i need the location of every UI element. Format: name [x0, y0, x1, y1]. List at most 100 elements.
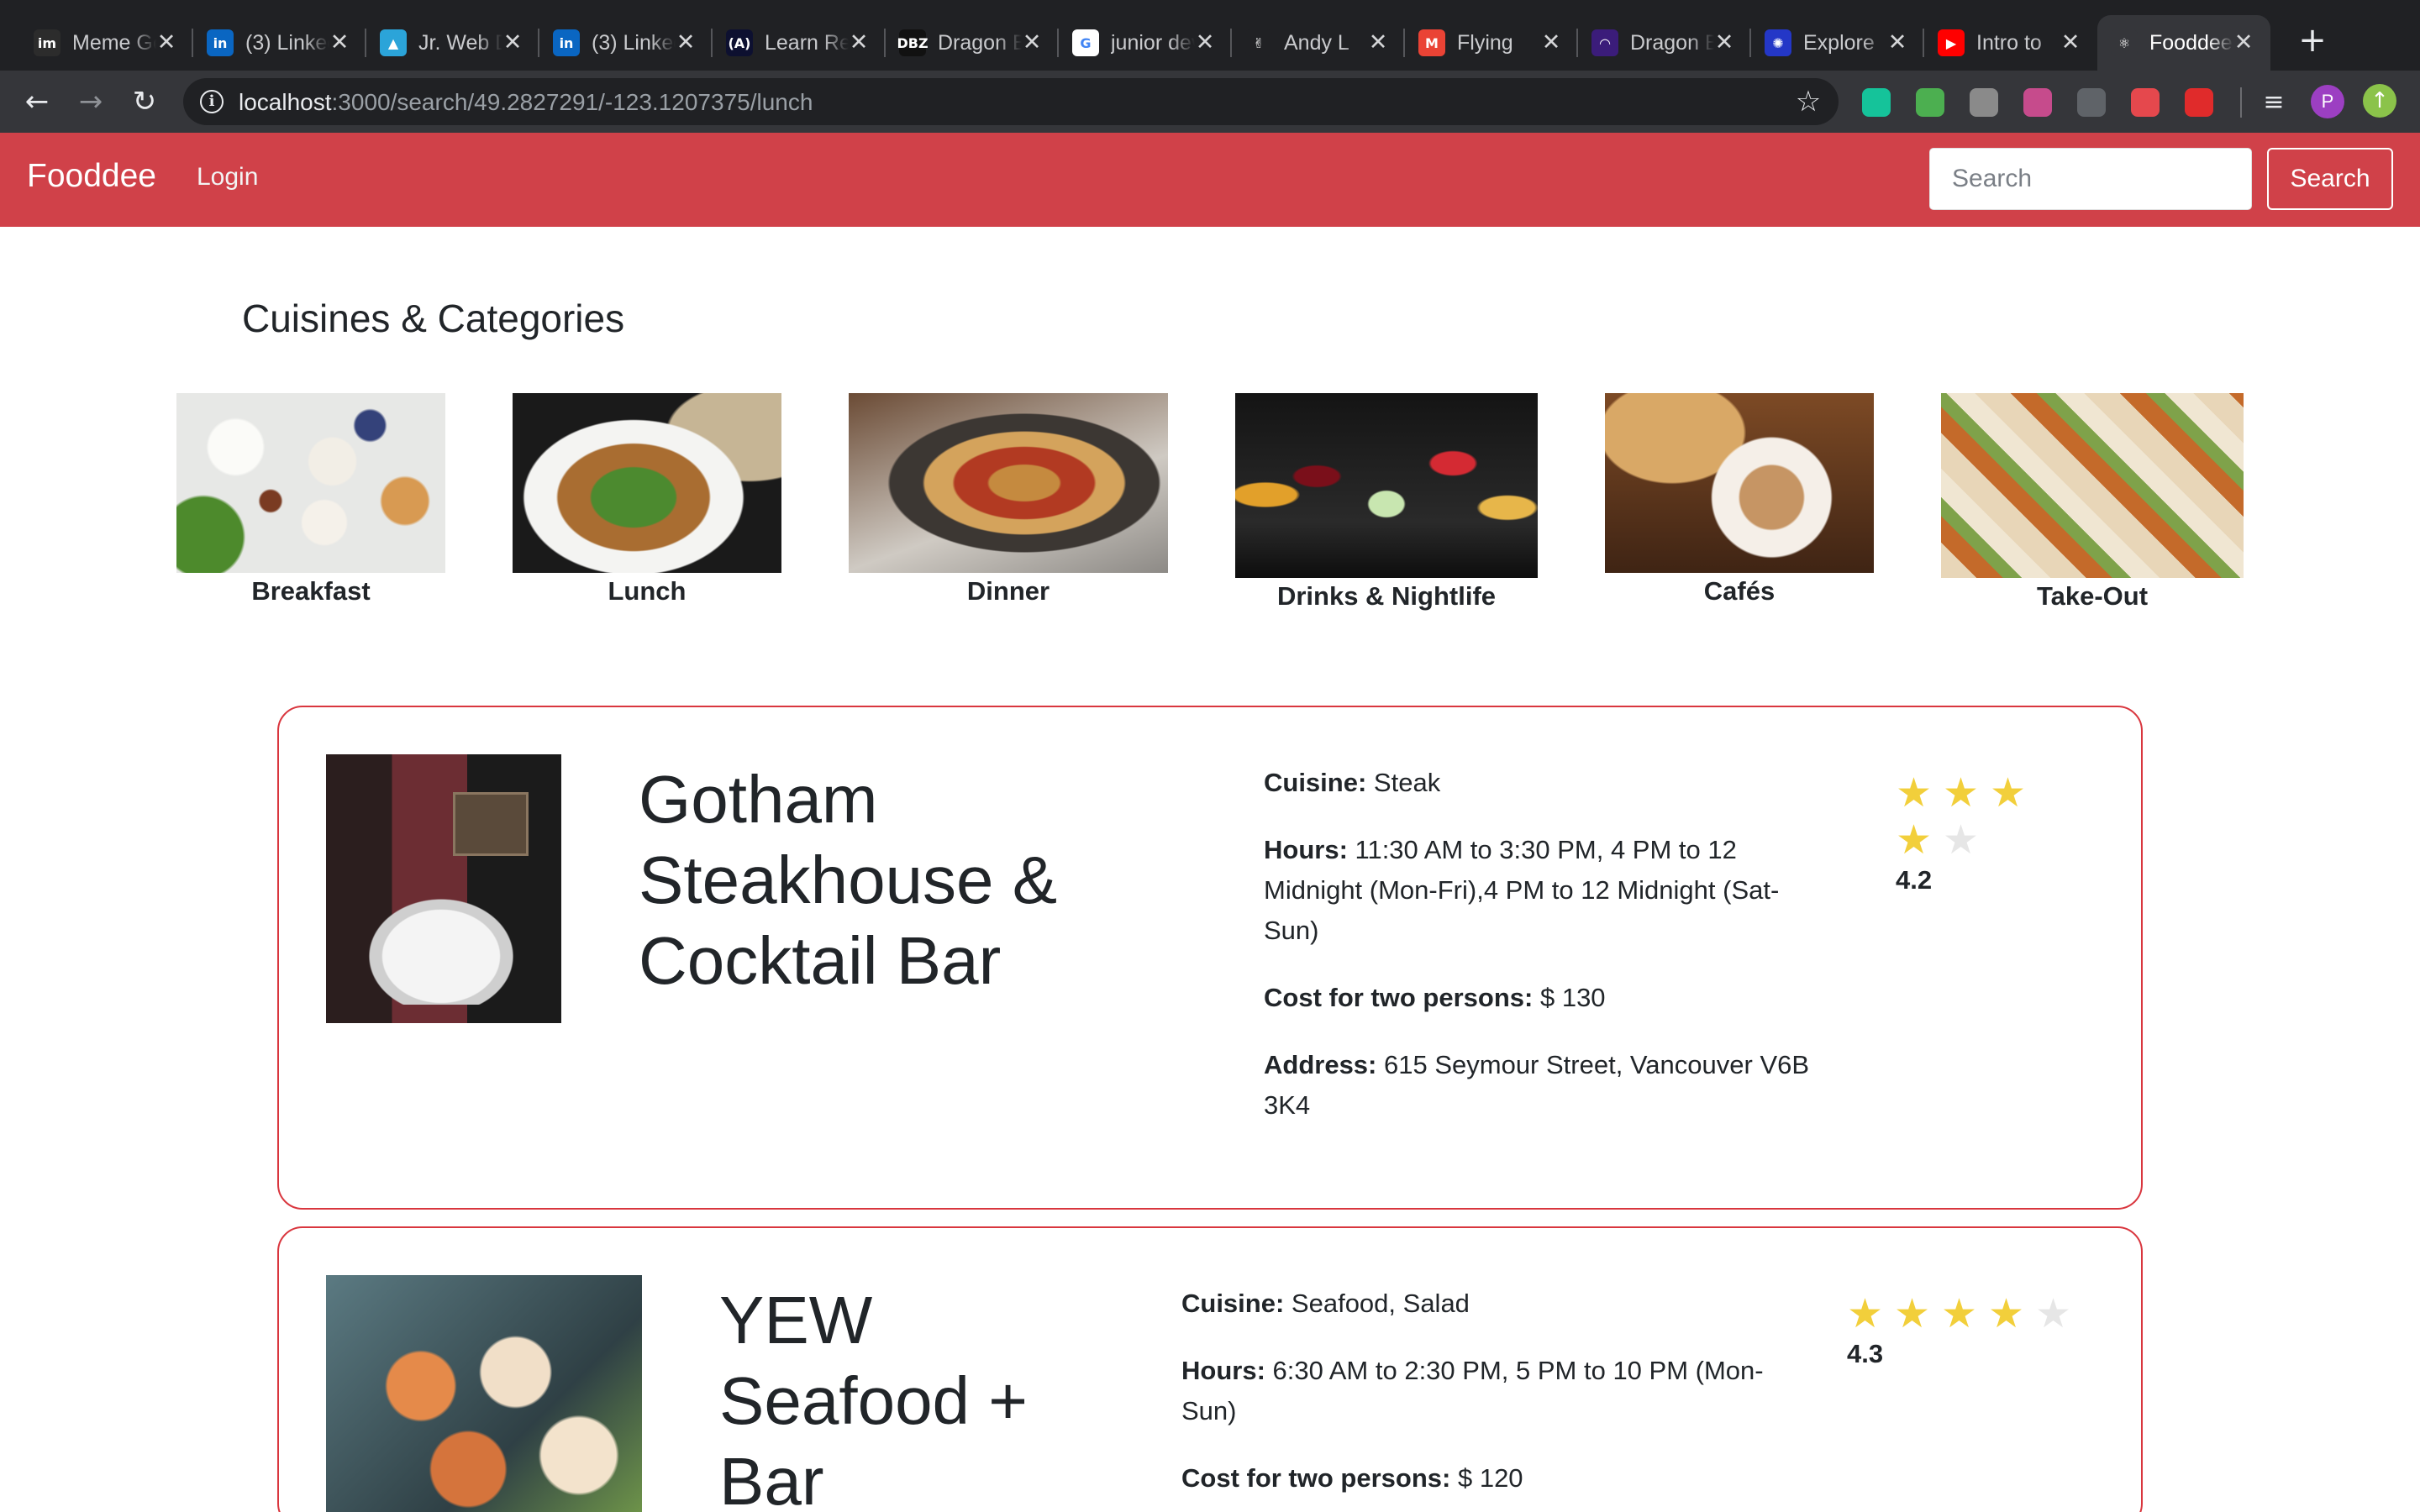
close-tab-icon[interactable]: ✕ [1365, 29, 1392, 56]
close-tab-icon[interactable]: ✕ [2057, 29, 2084, 56]
category-take-out[interactable]: Take-Out [1941, 393, 2244, 618]
close-tab-icon[interactable]: ✕ [672, 29, 699, 56]
close-tab-icon[interactable]: ✕ [2230, 29, 2257, 56]
star-filled-icon: ★ [1896, 769, 1933, 816]
category-label[interactable]: Lunch [513, 576, 781, 606]
tab-title: Dragon Ball Z [938, 30, 1022, 55]
cuisine-value: Steak [1373, 768, 1441, 797]
extension-icon[interactable] [2185, 88, 2213, 117]
bookmark-star-icon[interactable]: ☆ [1791, 85, 1825, 118]
linkedin-icon: in [553, 29, 580, 56]
category-image[interactable] [1941, 393, 2244, 578]
extension-icon[interactable] [2131, 88, 2160, 117]
browser-tab[interactable]: ▶ Intro to ✕ [1924, 15, 2097, 71]
browser-tab[interactable]: ⚛ Fooddee ✕ [2097, 15, 2270, 71]
browser-tab[interactable]: ✺ Explore ✕ [1751, 15, 1924, 71]
browser-tab[interactable]: im Meme Generator✕ [20, 15, 193, 71]
reload-icon[interactable]: ↻ [124, 81, 165, 122]
new-tab-icon[interactable]: + [2296, 24, 2329, 57]
close-tab-icon[interactable]: ✕ [845, 29, 872, 56]
category-image[interactable] [1235, 393, 1538, 578]
restaurant-name[interactable]: YEW Seafood + Bar [719, 1280, 1072, 1512]
tab-title: Intro to [1976, 30, 2042, 55]
brand-logo[interactable]: Fooddee [27, 158, 156, 195]
tab-title: Jr. Web Developer [418, 30, 502, 55]
imgflip-icon: im [34, 29, 60, 56]
category-cafes[interactable]: Cafés [1605, 393, 1874, 613]
browser-tab[interactable]: ◠ Dragon Ball✕ [1578, 15, 1751, 71]
profile-avatar[interactable]: P [2311, 85, 2344, 118]
media-control-icon[interactable]: ≡ [2254, 82, 2294, 123]
cost-label: Cost for two persons: [1264, 983, 1534, 1012]
youtube-icon: ▶ [1938, 29, 1965, 56]
category-breakfast[interactable]: Breakfast [176, 393, 445, 613]
site-info-icon[interactable]: i [200, 90, 224, 113]
url-text[interactable]: localhost:3000/search/49.2827291/-123.12… [239, 89, 813, 116]
extension-icon[interactable] [1862, 88, 1891, 117]
login-link[interactable]: Login [197, 163, 258, 192]
restaurant-name[interactable]: Gotham Steakhouse & Cocktail Bar [639, 759, 1109, 1001]
forward-arrow-icon[interactable]: → [71, 81, 111, 122]
close-tab-icon[interactable]: ✕ [1884, 29, 1911, 56]
category-label[interactable]: Take-Out [1941, 581, 2244, 612]
browser-tab[interactable]: DBZ Dragon Ball Z✕ [886, 15, 1059, 71]
category-label[interactable]: Dinner [849, 576, 1168, 606]
browser-tab[interactable]: in (3) LinkedIn✕ [539, 15, 713, 71]
category-label[interactable]: Breakfast [176, 576, 445, 606]
category-label[interactable]: Drinks & Nightlife [1235, 581, 1538, 612]
toolbar-divider [2240, 87, 2242, 118]
cost-value: $ 120 [1457, 1463, 1523, 1493]
close-tab-icon[interactable]: ✕ [1018, 29, 1045, 56]
dbz-icon: DBZ [897, 29, 929, 56]
close-tab-icon[interactable]: ✕ [499, 29, 526, 56]
tab-title: Dragon Ball [1630, 30, 1714, 55]
browser-tab[interactable]: M Flying ✕ [1405, 15, 1578, 71]
update-icon[interactable]: ↑ [2363, 84, 2396, 118]
browser-tab[interactable]: (A) Learn React✕ [713, 15, 886, 71]
category-image[interactable] [513, 393, 781, 573]
address-bar[interactable]: i localhost:3000/search/49.2827291/-123.… [183, 78, 1839, 125]
category-label[interactable]: Cafés [1605, 576, 1874, 606]
restaurant-card[interactable]: YEW Seafood + Bar Cuisine: Seafood, Sala… [277, 1226, 2143, 1512]
browser-tab[interactable]: Gjunior developer✕ [1059, 15, 1232, 71]
category-drinks-nightlife[interactable]: Drinks & Nightlife [1235, 393, 1538, 618]
category-dinner[interactable]: Dinner [849, 393, 1168, 613]
close-tab-icon[interactable]: ✕ [326, 29, 353, 56]
close-tab-icon[interactable]: ✕ [1711, 29, 1738, 56]
extension-icon[interactable] [2077, 88, 2106, 117]
extension-icon[interactable] [2023, 88, 2052, 117]
category-image[interactable] [176, 393, 445, 573]
star-rating: ★ ★ ★ ★ ★ [1847, 1290, 2099, 1337]
rating-value: 4.2 [1896, 865, 1933, 895]
cost-row: Cost for two persons: $ 120 [1181, 1458, 1770, 1499]
close-tab-icon[interactable]: ✕ [1538, 29, 1565, 56]
linkedin-icon: in [207, 29, 234, 56]
explore-icon: ✺ [1765, 29, 1791, 56]
star-filled-icon: ★ [1943, 769, 1980, 816]
close-tab-icon[interactable]: ✕ [1192, 29, 1218, 56]
category-lunch[interactable]: Lunch [513, 393, 781, 613]
rating: ★ ★ ★ ★ ★ 4.2 [1896, 769, 2037, 895]
cuisine-value: Seafood, Salad [1291, 1289, 1470, 1318]
restaurant-card[interactable]: Gotham Steakhouse & Cocktail Bar Cuisine… [277, 706, 2143, 1210]
react-icon: ⚛ [2111, 29, 2138, 56]
star-filled-icon: ★ [1896, 816, 1933, 864]
search-button[interactable]: Search [2267, 148, 2393, 210]
search-input[interactable] [1929, 148, 2252, 210]
extension-icon[interactable] [1916, 88, 1944, 117]
restaurant-details: Cuisine: Seafood, Salad Hours: 6:30 AM t… [1181, 1284, 1770, 1512]
category-image[interactable] [1605, 393, 1874, 573]
restaurant-photo [326, 1275, 642, 1512]
star-empty-icon: ★ [2035, 1290, 2072, 1337]
browser-tab[interactable]: ✌ Andy L ✕ [1232, 15, 1405, 71]
tab-title: Explore [1803, 30, 1875, 55]
category-image[interactable] [849, 393, 1168, 573]
tab-title: Fooddee [2149, 30, 2233, 55]
browser-tab[interactable]: ▲ Jr. Web Developer✕ [366, 15, 539, 71]
browser-tab[interactable]: in (3) LinkedIn✕ [193, 15, 366, 71]
back-arrow-icon[interactable]: ← [17, 81, 57, 122]
cost-row: Cost for two persons: $ 130 [1264, 978, 1818, 1018]
tab-title: (3) LinkedIn [592, 30, 676, 55]
extension-icon[interactable] [1970, 88, 1998, 117]
close-tab-icon[interactable]: ✕ [153, 29, 180, 56]
